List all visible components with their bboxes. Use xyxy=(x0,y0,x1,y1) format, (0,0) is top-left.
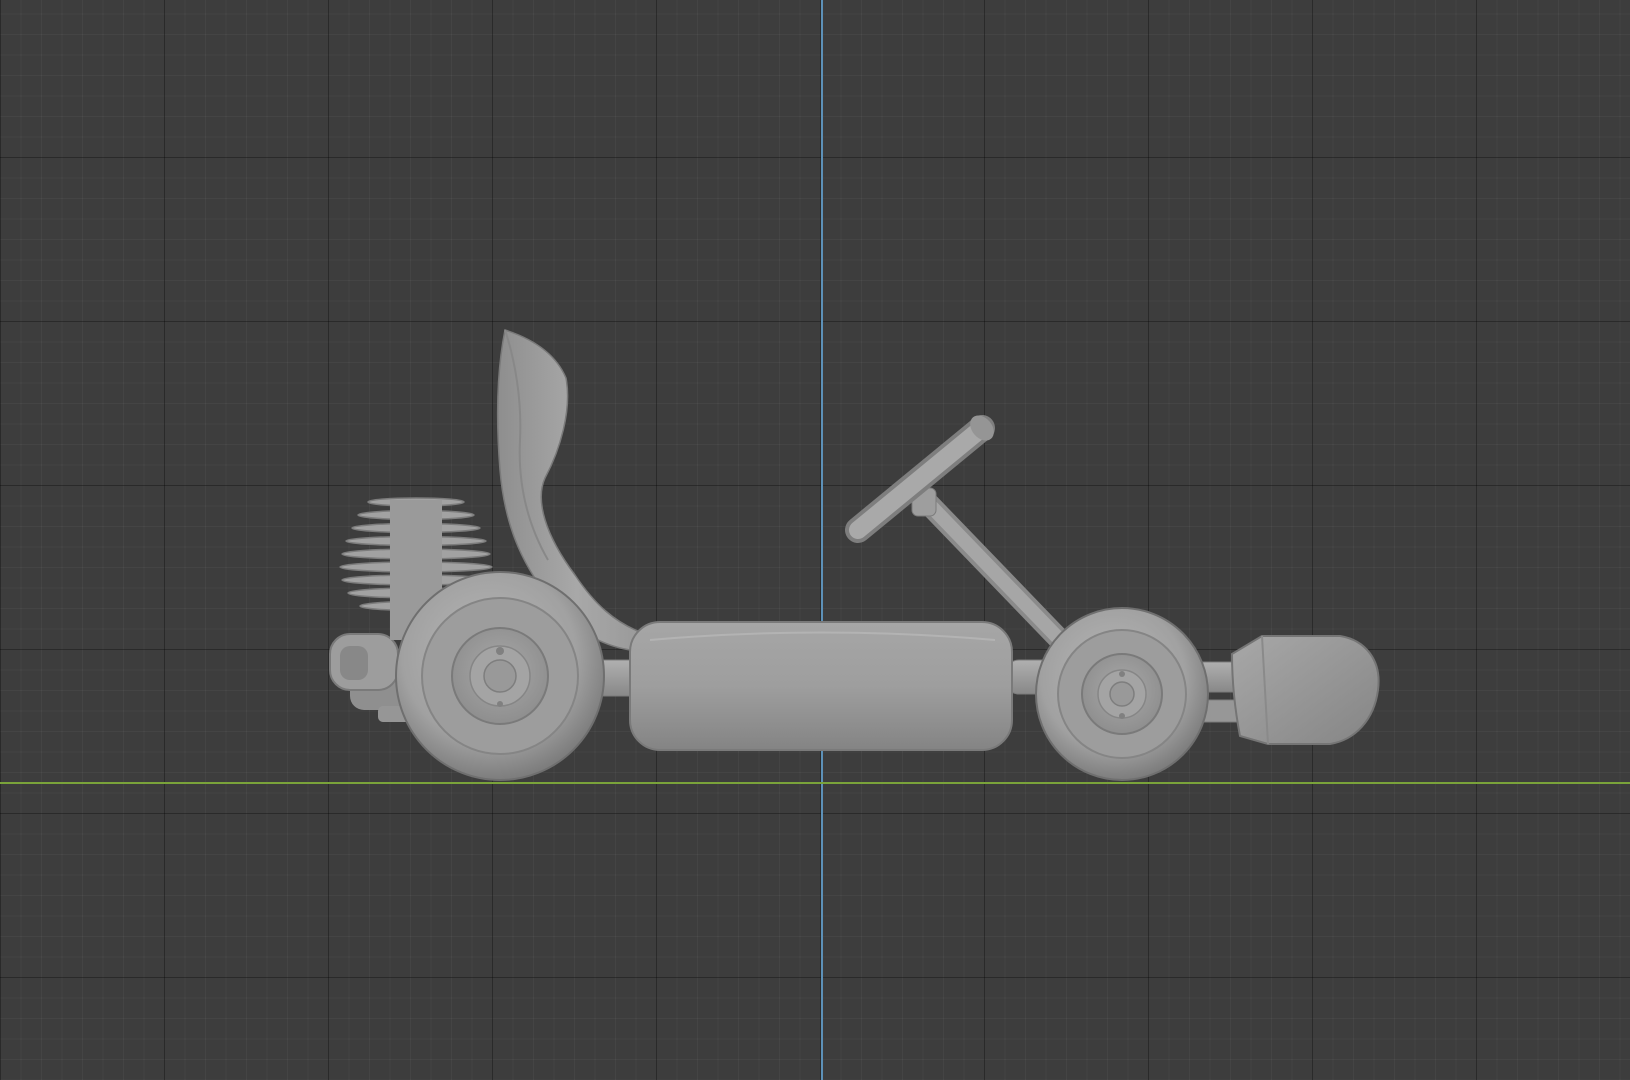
front-wheel xyxy=(1035,607,1209,781)
rear-wheel xyxy=(395,571,605,781)
front-bumper xyxy=(1230,635,1380,745)
3d-viewport[interactable] xyxy=(0,0,1630,1080)
go-kart-model[interactable] xyxy=(0,0,1630,1080)
steering-column xyxy=(911,487,1071,651)
side-pod xyxy=(629,621,1013,751)
